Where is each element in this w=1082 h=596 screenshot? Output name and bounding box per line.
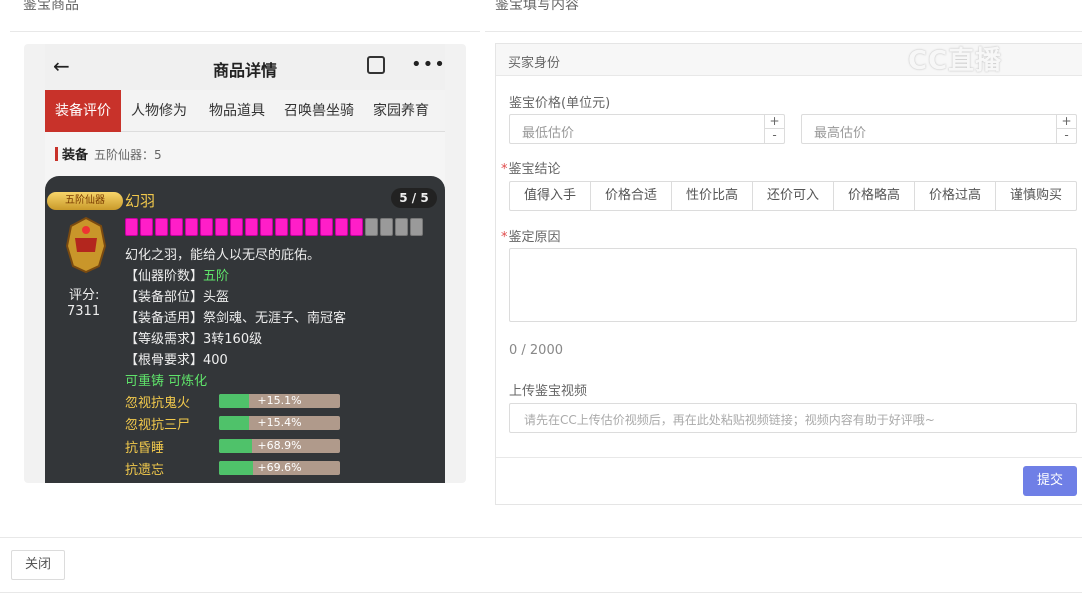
item-badge: 五阶仙器: [47, 192, 123, 210]
phone-tab: 人物修为: [131, 103, 187, 119]
attr-bar: +15.1%: [219, 394, 340, 408]
phone-tab: 物品道具: [209, 103, 265, 119]
decrement-icon[interactable]: -: [1057, 129, 1076, 143]
refine-dot: [155, 218, 168, 236]
helmet-icon: [65, 216, 107, 274]
submit-button[interactable]: 提交: [1023, 466, 1077, 496]
item-line: 【装备适用】祭剑魂、无涯子、南冠客: [125, 311, 347, 326]
conclusion-options: 值得入手 价格合适 性价比高 还价可入 价格略高 价格过高 谨慎购买: [509, 181, 1077, 211]
refine-dot: [410, 218, 423, 236]
refine-dot: [275, 218, 288, 236]
conclusion-option[interactable]: 价格略高: [834, 182, 915, 210]
refine-dot: [290, 218, 303, 236]
refine-dot: [260, 218, 273, 236]
attr-bar: +15.4%: [219, 416, 340, 430]
min-price-stepper[interactable]: + -: [764, 115, 784, 143]
char-counter: 0 / 2000: [509, 343, 563, 358]
divider: [0, 592, 1082, 593]
right-section-title: 鉴宝填写内容: [495, 0, 579, 13]
refine-dot: [335, 218, 348, 236]
item-line: 【等级需求】3转160级: [125, 332, 263, 347]
item-line: 【根骨要求】400: [125, 353, 228, 368]
conclusion-label: *鉴宝结论: [501, 162, 561, 177]
reason-label: *鉴定原因: [501, 230, 561, 245]
phone-tab: 家园养育: [373, 103, 429, 119]
increment-icon[interactable]: +: [1057, 115, 1076, 129]
equip-heading: 装备 五阶仙器：5: [55, 144, 162, 163]
watermark-logo: CC直播: [908, 46, 1003, 76]
phone-tab: 装备评价: [45, 90, 121, 132]
conclusion-option[interactable]: 谨慎购买: [996, 182, 1076, 210]
refine-dot: [350, 218, 363, 236]
conclusion-option[interactable]: 价格合适: [591, 182, 672, 210]
reason-textarea[interactable]: [509, 248, 1077, 322]
score-value: 7311: [67, 304, 101, 319]
refine-dot: [200, 218, 213, 236]
attr-name: 忽视抗三尸: [125, 418, 191, 433]
refine-dot: [140, 218, 153, 236]
item-count: 5 / 5: [391, 188, 437, 208]
video-link-input[interactable]: 请先在CC上传估价视频后，再在此处粘贴视频链接；视频内容有助于好评哦~: [509, 403, 1077, 433]
attr-name: 抗昏睡: [125, 441, 165, 456]
close-button[interactable]: 关闭: [11, 550, 65, 580]
item-line: 【装备部位】头盔: [125, 290, 230, 305]
refine-dot: [380, 218, 393, 236]
min-price-placeholder: 最低估价: [522, 126, 575, 141]
min-price-input[interactable]: 最低估价 + -: [509, 114, 785, 144]
max-price-stepper[interactable]: + -: [1056, 115, 1076, 143]
attr-name: 忽视抗鬼火: [125, 396, 191, 411]
divider: [485, 31, 1082, 32]
conclusion-option[interactable]: 值得入手: [510, 182, 591, 210]
left-section-title: 鉴宝商品: [23, 0, 79, 13]
item-name: 幻羽: [125, 192, 156, 210]
more-icon: •••: [411, 54, 445, 75]
share-icon: [367, 56, 385, 74]
phone-tab: 召唤兽坐骑: [284, 103, 354, 119]
refine-dot: [305, 218, 318, 236]
refine-dot: [320, 218, 333, 236]
price-label: 鉴宝价格(单位元): [509, 96, 611, 111]
phone-header: ← 商品详情 •••: [45, 44, 445, 90]
decrement-icon[interactable]: -: [765, 129, 784, 143]
max-price-placeholder: 最高估价: [814, 126, 867, 141]
refine-dot: [185, 218, 198, 236]
phone-title: 商品详情: [212, 61, 277, 80]
attr-name: 抗遗忘: [125, 463, 165, 478]
equip-label: 装备: [62, 148, 89, 163]
attr-bar: +68.9%: [219, 439, 340, 453]
reforge-note: 可重铸 可炼化: [125, 374, 208, 389]
max-price-input[interactable]: 最高估价 + -: [801, 114, 1077, 144]
conclusion-option[interactable]: 还价可入: [753, 182, 834, 210]
refine-dot: [170, 218, 183, 236]
divider: [0, 537, 1082, 538]
divider: [496, 457, 1082, 458]
video-placeholder: 请先在CC上传估价视频后，再在此处粘贴视频链接；视频内容有助于好评哦~: [524, 413, 935, 427]
product-screenshot: ← 商品详情 ••• 装备评价 人物修为 物品道具 召唤兽坐骑 家园养育 装备五…: [45, 44, 445, 483]
video-label: 上传鉴宝视频: [509, 384, 588, 399]
refine-dots: [125, 218, 425, 236]
increment-icon[interactable]: +: [765, 115, 784, 129]
refine-dot: [125, 218, 138, 236]
conclusion-option[interactable]: 价格过高: [915, 182, 996, 210]
conclusion-option[interactable]: 性价比高: [672, 182, 753, 210]
divider: [10, 31, 480, 32]
buyer-identity-label: 买家身份: [508, 56, 561, 71]
equip-sub: 五阶仙器：5: [94, 148, 162, 162]
item-description: 幻化之羽，能给人以无尽的庇佑。: [125, 248, 321, 263]
refine-dot: [230, 218, 243, 236]
phone-tabs: 装备评价 人物修为 物品道具 召唤兽坐骑 家园养育: [45, 90, 445, 132]
attr-bar: +69.6%: [219, 461, 340, 475]
refine-dot: [395, 218, 408, 236]
refine-dot: [245, 218, 258, 236]
score-label: 评分:: [69, 288, 100, 303]
item-line: 【仙器阶数】五阶: [125, 269, 230, 284]
refine-dot: [215, 218, 228, 236]
refine-dot: [365, 218, 378, 236]
